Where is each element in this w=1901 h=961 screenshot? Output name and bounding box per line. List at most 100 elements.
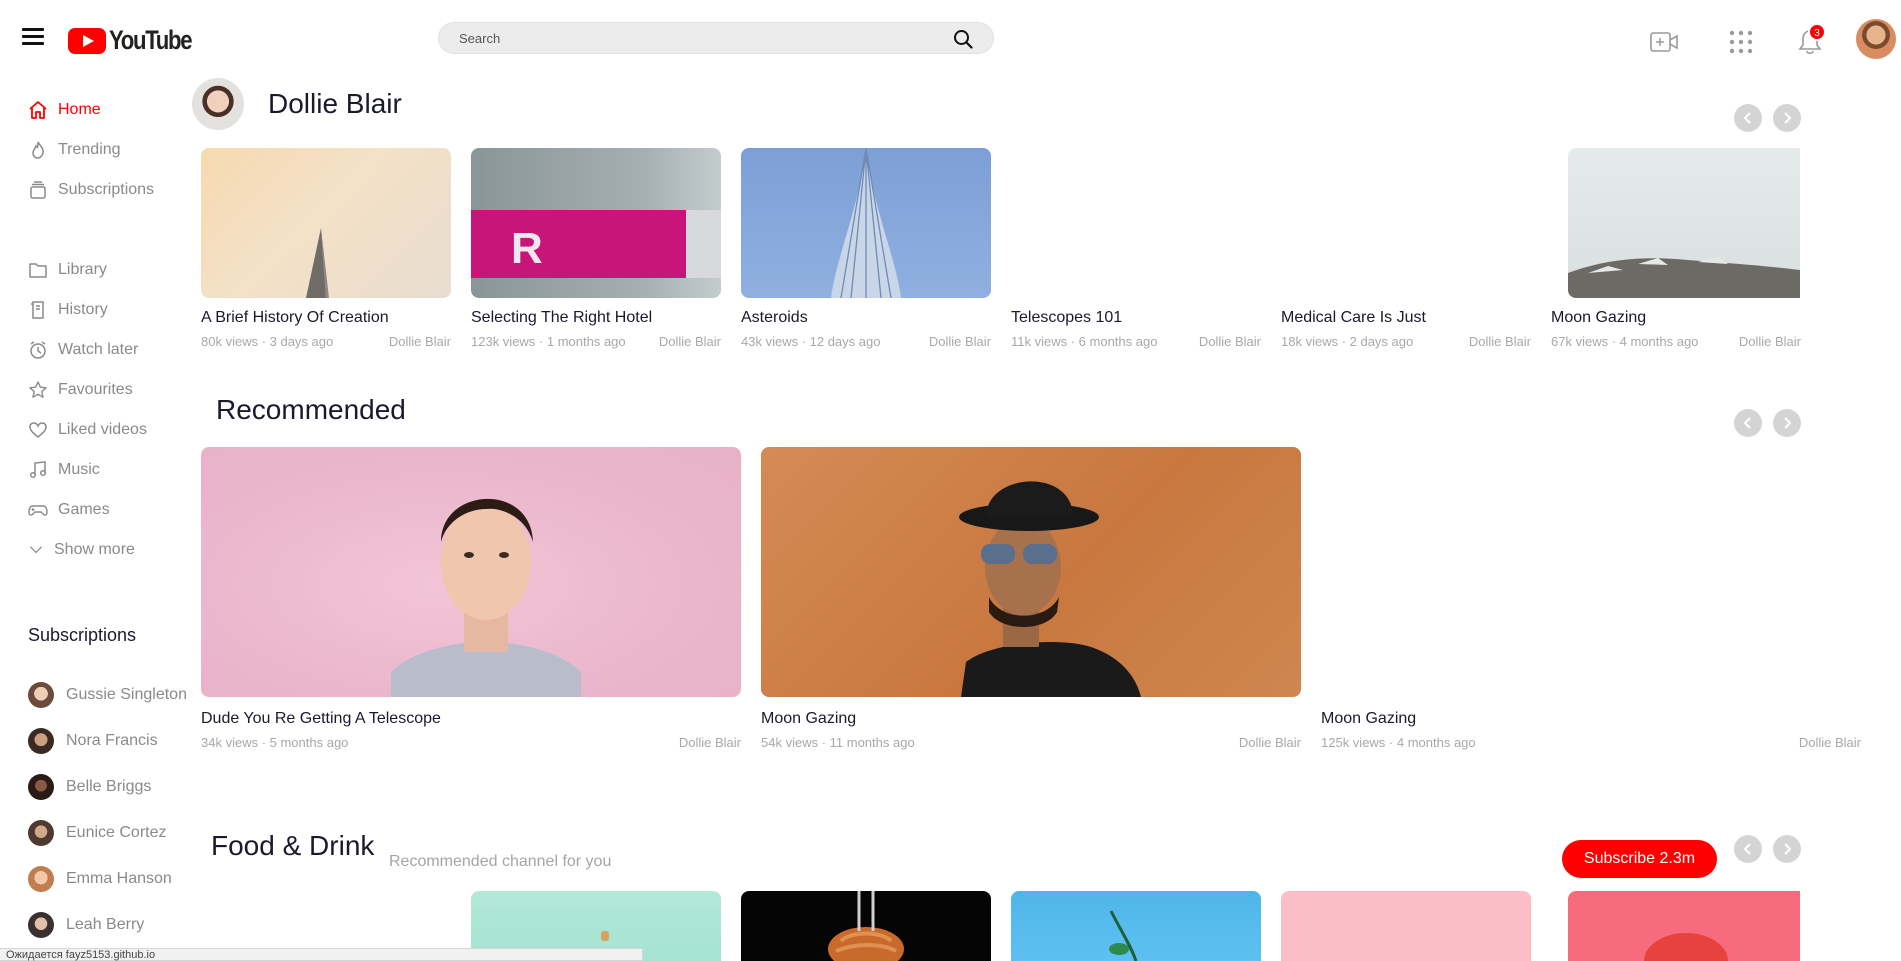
sidebar-item-label: Show more <box>54 541 135 558</box>
flame-icon <box>32 141 44 159</box>
avatar <box>28 866 54 892</box>
video-card[interactable]: Asteroids 43k views · 12 days ago Dollie… <box>741 148 991 358</box>
sidebar-item-trending[interactable]: Trending <box>28 137 121 163</box>
video-card[interactable]: Moon Gazing 54k views · 11 months ago Do… <box>761 447 1301 752</box>
video-thumbnail[interactable] <box>201 148 451 298</box>
video-thumbnail[interactable] <box>761 447 1301 697</box>
subscribe-button[interactable]: Subscribe 2.3m <box>1562 840 1717 878</box>
sidebar-item-label: Subscriptions <box>58 181 155 198</box>
video-meta: 125k views · 4 months ago <box>1321 735 1476 750</box>
chevron-left-icon <box>1743 417 1751 429</box>
video-meta: 123k views · 1 months ago <box>471 334 626 349</box>
avatar <box>28 774 54 800</box>
sidebar-item-subscriptions[interactable]: Subscriptions <box>28 177 154 203</box>
sidebar-item-home[interactable]: Home <box>28 97 101 123</box>
video-meta: 54k views · 11 months ago <box>761 735 915 750</box>
video-thumbnail[interactable] <box>1281 148 1531 298</box>
video-thumbnail[interactable] <box>741 148 991 298</box>
video-thumbnail[interactable] <box>1011 891 1261 961</box>
subscription-item[interactable]: Eunice Cortez <box>28 820 167 846</box>
channel-avatar[interactable] <box>192 78 244 130</box>
sidebar-item-library[interactable]: Library <box>28 257 107 283</box>
chevron-left-icon <box>1743 112 1751 124</box>
play-logo-icon <box>68 27 106 54</box>
search-input[interactable] <box>459 31 929 46</box>
video-camera-icon[interactable] <box>1650 31 1678 53</box>
sidebar-item-label: Trending <box>58 141 121 158</box>
video-card[interactable]: Moon Gazing 67k views · 4 months ago Dol… <box>1551 148 1801 358</box>
video-title[interactable]: Asteroids <box>741 309 808 327</box>
video-thumbnail[interactable] <box>201 447 741 697</box>
video-card[interactable]: Medical Care Is Just 18k views · 2 days … <box>1281 148 1531 358</box>
subscription-name: Nora Francis <box>66 732 158 749</box>
next-button[interactable] <box>1773 409 1801 437</box>
sidebar-item-liked-videos[interactable]: Liked videos <box>28 417 147 443</box>
sidebar-item-label: Liked videos <box>58 421 147 438</box>
next-button[interactable] <box>1773 835 1801 863</box>
prev-button[interactable] <box>1734 835 1762 863</box>
subscription-item[interactable]: Belle Briggs <box>28 774 151 800</box>
channel-name[interactable]: Dollie Blair <box>268 88 402 120</box>
search-icon[interactable] <box>953 29 973 49</box>
subscription-item[interactable]: Emma Hanson <box>28 866 172 892</box>
prev-button[interactable] <box>1734 104 1762 132</box>
logo-text: YouTube <box>109 25 193 55</box>
video-title[interactable]: Moon Gazing <box>1321 710 1416 728</box>
video-card[interactable]: Telescopes 101 11k views · 6 months ago … <box>1011 148 1261 358</box>
user-avatar[interactable] <box>1856 19 1896 59</box>
video-author[interactable]: Dollie Blair <box>679 735 741 750</box>
video-meta: 18k views · 2 days ago <box>1281 334 1414 349</box>
video-meta: 11k views · 6 months ago <box>1011 334 1158 349</box>
video-card[interactable]: A Brief History Of Creation 80k views · … <box>201 148 451 358</box>
history-icon <box>31 301 44 319</box>
video-title[interactable]: Selecting The Right Hotel <box>471 309 652 327</box>
video-author[interactable]: Dollie Blair <box>1799 735 1861 750</box>
subscription-item[interactable]: Leah Berry <box>28 912 144 938</box>
video-author[interactable]: Dollie Blair <box>929 334 991 349</box>
video-card[interactable]: Dude You Re Getting A Telescope 34k view… <box>201 447 741 752</box>
video-author[interactable]: Dollie Blair <box>1739 334 1801 349</box>
video-author[interactable]: Dollie Blair <box>1469 334 1531 349</box>
video-card[interactable]: R Selecting The Right Hotel 123k views ·… <box>471 148 721 358</box>
video-title[interactable]: Moon Gazing <box>1551 309 1646 327</box>
sidebar-item-label: History <box>58 301 108 318</box>
video-author[interactable]: Dollie Blair <box>1199 334 1261 349</box>
subscription-item[interactable]: Gussie Singleton <box>28 682 187 708</box>
video-thumbnail[interactable] <box>1568 891 1800 961</box>
video-card[interactable]: Moon Gazing 125k views · 4 months ago Do… <box>1321 447 1861 752</box>
sidebar-item-music[interactable]: Music <box>28 457 100 483</box>
home-icon <box>29 101 47 119</box>
subscription-name: Emma Hanson <box>66 870 172 887</box>
next-button[interactable] <box>1773 104 1801 132</box>
food-drink-heading: Food & Drink <box>211 830 375 861</box>
apps-icon[interactable] <box>1729 30 1753 54</box>
video-author[interactable]: Dollie Blair <box>389 334 451 349</box>
video-title[interactable]: Moon Gazing <box>761 710 856 728</box>
sidebar-item-watch-later[interactable]: Watch later <box>28 337 138 363</box>
video-thumbnail[interactable]: R <box>471 148 721 298</box>
sidebar-item-label: Favourites <box>58 381 133 398</box>
video-thumbnail[interactable] <box>1011 148 1261 298</box>
sidebar-item-favourites[interactable]: Favourites <box>28 377 133 403</box>
folder-icon <box>29 263 47 278</box>
video-title[interactable]: A Brief History Of Creation <box>201 309 389 327</box>
show-more-button[interactable]: Show more <box>28 537 135 563</box>
video-title[interactable]: Medical Care Is Just <box>1281 309 1426 327</box>
video-title[interactable]: Telescopes 101 <box>1011 309 1122 327</box>
video-author[interactable]: Dollie Blair <box>659 334 721 349</box>
notification-badge: 3 <box>1808 23 1826 41</box>
sidebar-item-history[interactable]: History <box>28 297 108 323</box>
prev-button[interactable] <box>1734 409 1762 437</box>
sidebar-item-label: Library <box>58 261 107 278</box>
video-title[interactable]: Dude You Re Getting A Telescope <box>201 710 441 728</box>
video-thumbnail[interactable] <box>1321 447 1861 697</box>
video-thumbnail[interactable] <box>1281 891 1531 961</box>
video-author[interactable]: Dollie Blair <box>1239 735 1301 750</box>
video-thumbnail[interactable] <box>1568 148 1800 298</box>
youtube-logo[interactable]: YouTube <box>68 25 209 56</box>
sidebar-item-games[interactable]: Games <box>28 497 110 523</box>
video-thumbnail[interactable] <box>741 891 991 961</box>
subscriptions-heading: Subscriptions <box>28 625 137 645</box>
subscription-item[interactable]: Nora Francis <box>28 728 158 754</box>
menu-icon[interactable] <box>22 28 44 46</box>
